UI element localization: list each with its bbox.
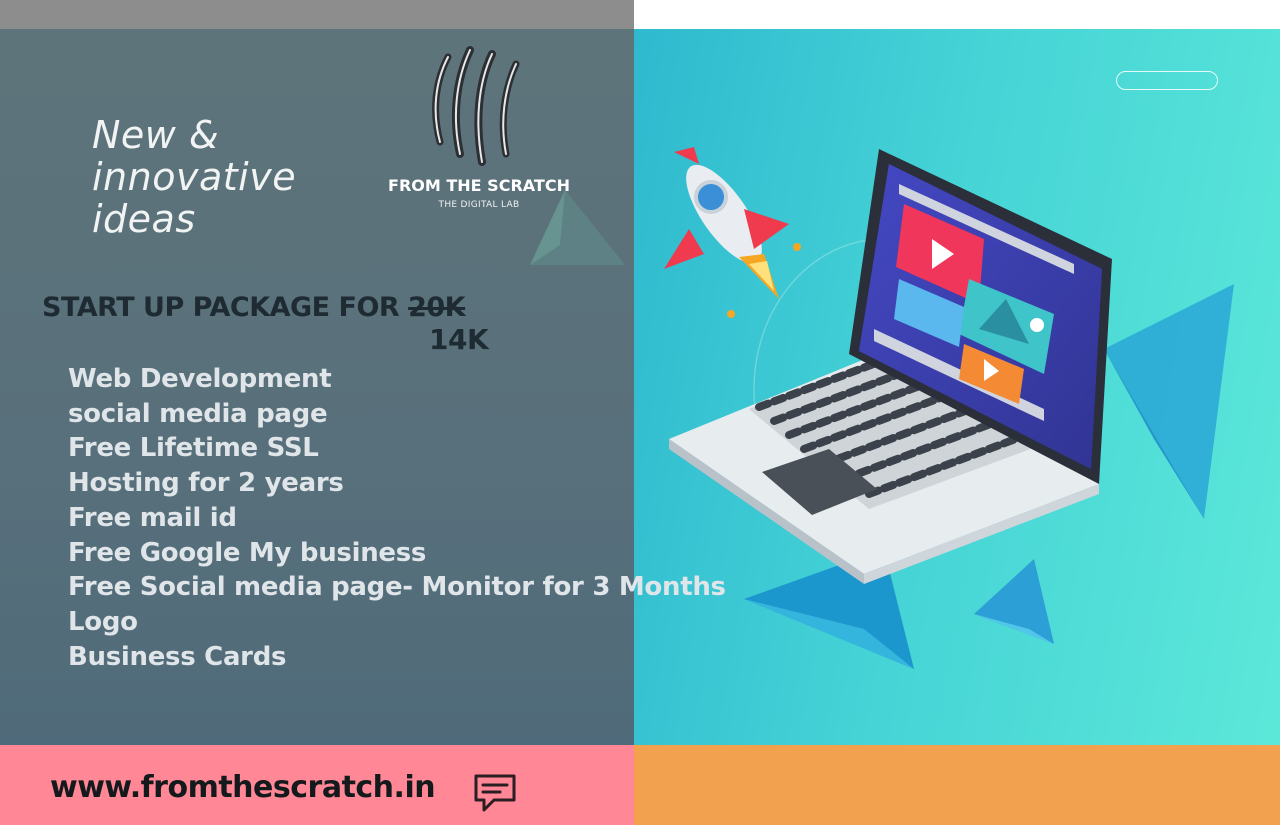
rocket bbox=[664, 147, 801, 318]
feature-item: Free Google My business bbox=[68, 537, 427, 568]
illustration-panel bbox=[634, 29, 1280, 745]
tagline-line: innovative bbox=[92, 155, 297, 199]
footer-right bbox=[634, 745, 1280, 825]
deco-triangle bbox=[530, 190, 625, 265]
feature-item: Free Social media page- Monitor for 3 Mo… bbox=[68, 572, 726, 603]
deco-triangle bbox=[974, 559, 1054, 644]
feature-item: Web Development bbox=[68, 364, 332, 394]
feature-item: Business Cards bbox=[68, 641, 287, 672]
package-title: START UP PACKAGE FOR 20K bbox=[42, 292, 466, 323]
feature-item: Free mail id bbox=[68, 502, 237, 533]
top-strip-left bbox=[0, 0, 634, 29]
laptop-rocket-illustration bbox=[664, 147, 1234, 669]
tagline-line: New & bbox=[92, 113, 220, 157]
chat-bubble-icon[interactable] bbox=[472, 772, 518, 814]
claw-marks-logo-icon bbox=[432, 46, 520, 166]
top-strip-right bbox=[634, 0, 1280, 29]
tagline: New & innovative ideas bbox=[92, 114, 352, 240]
tagline-line: ideas bbox=[92, 197, 196, 241]
feature-list: Web Development social media page Free L… bbox=[68, 362, 726, 674]
feature-item: Hosting for 2 years bbox=[68, 468, 344, 499]
new-price: 14K bbox=[429, 323, 489, 356]
old-price: 20K bbox=[408, 292, 466, 323]
feature-item: social media page bbox=[68, 398, 328, 429]
package-title-prefix: START UP PACKAGE FOR bbox=[42, 292, 400, 323]
feature-item: Free Lifetime SSL bbox=[68, 433, 319, 464]
website-url[interactable]: www.fromthescratch.in bbox=[50, 770, 436, 805]
deco-triangle bbox=[1104, 284, 1234, 519]
feature-item: Logo bbox=[68, 606, 138, 637]
